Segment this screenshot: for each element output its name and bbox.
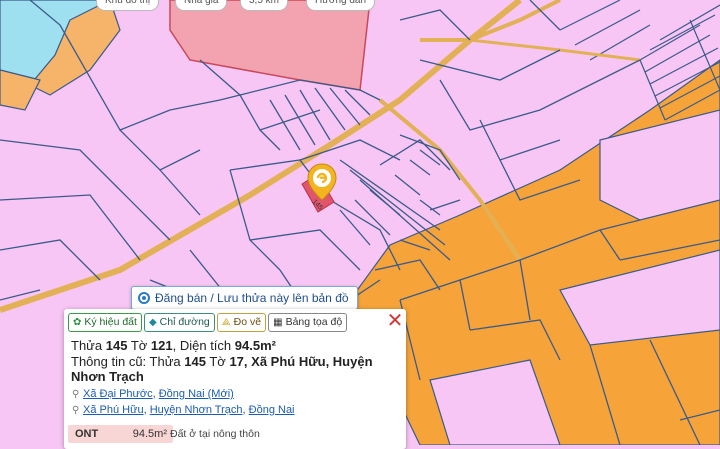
panel-toolbar: ✿ Ký hiệu đất ◆ Chỉ đường ⟁ Đo vẽ ▦ Bảng tọa độ <box>68 313 349 333</box>
top-chip-2[interactable]: Nhà giá <box>175 0 228 11</box>
old-district-link[interactable]: Huyện Nhơn Trạch <box>150 404 243 416</box>
coords-button[interactable]: ▦ Bảng tọa độ <box>268 313 348 332</box>
old-info: Thông tin cũ: Thửa 145 Tờ 17, Xã Phú Hữu… <box>71 354 376 384</box>
parcel-info-panel: ✿ Ký hiệu đất ◆ Chỉ đường ⟁ Đo vẽ ▦ Bảng tọa độ… <box>64 309 406 449</box>
land-use-area: 94.5m² <box>132 428 167 440</box>
area-value: 94.5m² <box>234 338 276 353</box>
land-use-description: Đất ở tại nông thôn <box>170 428 260 440</box>
thua-value: 145 <box>105 338 128 353</box>
map-pin-icon: ⚲ <box>72 405 80 416</box>
legend-button[interactable]: ✿ Ký hiệu đất <box>68 313 142 332</box>
old-to-label: Tờ <box>209 354 226 369</box>
location-marker-icon[interactable] <box>307 163 337 201</box>
land-use-badge: ONT 94.5m² <box>68 425 173 443</box>
location-pin-icon <box>138 292 150 304</box>
new-province-link[interactable]: Đồng Nai (Mới) <box>159 388 234 400</box>
top-chip-3[interactable]: 3,5 km <box>240 0 289 11</box>
top-chip-1[interactable]: Khu đô thị <box>96 0 160 11</box>
thua-label: Thửa <box>71 338 103 353</box>
to-value: 121 <box>150 338 173 353</box>
measure-icon: ⟁ <box>221 317 231 328</box>
close-icon[interactable]: ✕ <box>386 311 404 331</box>
post-parcel-label: Đăng bán / Lưu thửa này lên bản đồ <box>155 291 349 305</box>
directions-icon: ◆ <box>148 317 157 328</box>
measure-button[interactable]: ⟁ Đo vẽ <box>216 313 267 332</box>
table-icon: ▦ <box>273 317 283 328</box>
old-to-value: 17 <box>229 354 244 369</box>
legend-label: Ký hiệu đất <box>84 316 137 328</box>
parcel-summary: Thửa 145 Tờ 121, Diện tích 94.5m² <box>71 338 276 353</box>
old-commune-link[interactable]: Xã Phú Hữu <box>83 404 144 416</box>
map-pin-icon: ⚲ <box>72 389 80 400</box>
palette-icon: ✿ <box>73 317 82 328</box>
new-commune-link[interactable]: Xã Đại Phước <box>83 388 153 400</box>
old-province-link[interactable]: Đồng Nai <box>249 404 295 416</box>
measure-label: Đo vẽ <box>233 316 262 328</box>
old-info-label: Thông tin cũ: Thửa <box>71 354 181 369</box>
land-use-code: ONT <box>75 428 99 440</box>
coords-label: Bảng tọa độ <box>285 316 343 328</box>
to-label: Tờ <box>130 338 148 353</box>
directions-button[interactable]: ◆ Chỉ đường <box>143 313 215 332</box>
top-chip-4[interactable]: Hướng dẫn <box>306 0 376 11</box>
area-label: , Diện tích <box>172 338 232 353</box>
old-thua-value: 145 <box>184 354 206 369</box>
address-new: ⚲ Xã Đại Phước, Đồng Nai (Mới) <box>72 388 234 400</box>
address-old: ⚲ Xã Phú Hữu, Huyện Nhơn Trạch, Đồng Nai <box>72 404 295 416</box>
post-parcel-button[interactable]: Đăng bán / Lưu thửa này lên bản đồ <box>131 286 358 310</box>
directions-label: Chỉ đường <box>159 316 210 328</box>
